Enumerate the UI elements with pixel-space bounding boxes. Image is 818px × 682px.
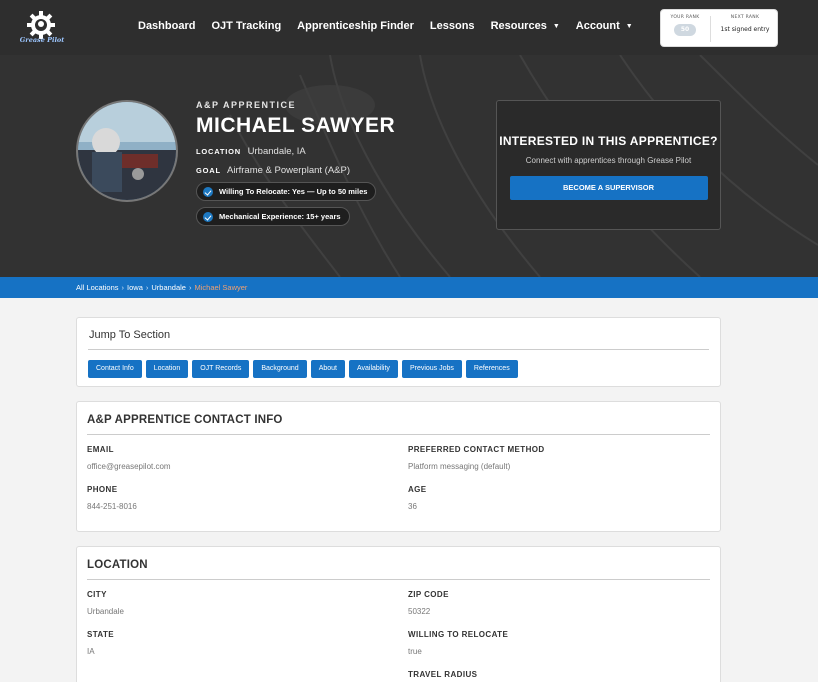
jump-title: Jump To Section bbox=[89, 329, 171, 341]
caret-down-icon: ▼ bbox=[552, 23, 560, 30]
age-label: AGE bbox=[408, 485, 427, 494]
breadcrumb-iowa[interactable]: Iowa bbox=[127, 283, 143, 292]
caret-down-icon: ▼ bbox=[625, 23, 633, 30]
next-rank: NEXT RANK 1st signed entry bbox=[711, 15, 779, 33]
goal-label: GOAL bbox=[196, 166, 221, 175]
experience-badge-text: Mechanical Experience: 15+ years bbox=[219, 212, 341, 221]
nav-ojt-tracking[interactable]: OJT Tracking bbox=[211, 20, 281, 32]
profile-goal: GOAL Airframe & Powerplant (A&P) bbox=[196, 165, 395, 176]
nav-dashboard[interactable]: Dashboard bbox=[138, 20, 195, 32]
jump-to-section-card: Jump To Section Contact Info Location OJ… bbox=[76, 317, 721, 387]
badge-row: Willing To Relocate: Yes — Up to 50 mile… bbox=[196, 176, 395, 201]
logo-wordmark: Grease Pilot bbox=[19, 36, 65, 44]
jump-ojt-records-button[interactable]: OJT Records bbox=[192, 360, 250, 378]
experience-badge: Mechanical Experience: 15+ years bbox=[196, 207, 350, 226]
location-card: LOCATION CITY Urbandale ZIP CODE 50322 S… bbox=[76, 546, 721, 682]
travel-radius-field: TRAVEL RADIUS bbox=[408, 670, 477, 679]
relocate-label: WILLING TO RELOCATE bbox=[408, 630, 509, 639]
location-value: Urbandale, IA bbox=[247, 146, 306, 157]
main-menu: Dashboard OJT Tracking Apprenticeship Fi… bbox=[138, 20, 633, 32]
breadcrumb-current: Michael Sawyer bbox=[194, 283, 248, 292]
jump-references-button[interactable]: References bbox=[465, 360, 518, 378]
zip-label: ZIP CODE bbox=[408, 590, 449, 599]
nav-lessons[interactable]: Lessons bbox=[430, 20, 475, 32]
profile-hero: A&P APPRENTICE MICHAEL SAWYER LOCATION U… bbox=[0, 55, 818, 277]
next-rank-value: 1st signed entry bbox=[720, 26, 770, 33]
jump-location-button[interactable]: Location bbox=[145, 360, 189, 378]
preferred-contact-value: Platform messaging (default) bbox=[408, 462, 511, 471]
state-label: STATE bbox=[87, 630, 115, 639]
profile-photo bbox=[76, 100, 178, 202]
phone-label: PHONE bbox=[87, 485, 118, 494]
pilot-cockpit-image bbox=[78, 102, 176, 200]
profile-name: MICHAEL SAWYER bbox=[196, 114, 396, 137]
contact-info-card: A&P APPRENTICE CONTACT INFO EMAIL office… bbox=[76, 401, 721, 532]
age-value: 36 bbox=[408, 502, 417, 511]
your-rank-value: 50 bbox=[674, 24, 696, 36]
nav-resources[interactable]: Resources ▼ bbox=[491, 20, 560, 32]
goal-value: Airframe & Powerplant (A&P) bbox=[227, 165, 351, 176]
relocate-badge-text: Willing To Relocate: Yes — Up to 50 mile… bbox=[219, 187, 368, 196]
relocate-value: true bbox=[408, 647, 422, 656]
breadcrumb-separator: › bbox=[145, 283, 149, 292]
profile-role: A&P APPRENTICE bbox=[196, 100, 297, 110]
top-navbar: Grease Pilot Dashboard OJT Tracking Appr… bbox=[0, 0, 818, 55]
email-field: EMAIL office@greasepilot.com bbox=[87, 445, 171, 471]
cta-title: INTERESTED IN THIS APPRENTICE? bbox=[499, 134, 718, 148]
check-circle-icon bbox=[203, 211, 213, 222]
breadcrumb-all-locations[interactable]: All Locations bbox=[76, 283, 119, 292]
breadcrumb-separator: › bbox=[188, 283, 192, 292]
cta-subtitle: Connect with apprentices through Grease … bbox=[525, 156, 692, 165]
grease-pilot-logo[interactable]: Grease Pilot bbox=[18, 8, 66, 48]
travel-radius-label: TRAVEL RADIUS bbox=[408, 670, 478, 679]
city-label: CITY bbox=[87, 590, 107, 599]
supervisor-cta-box: INTERESTED IN THIS APPRENTICE? Connect w… bbox=[496, 100, 721, 230]
jump-availability-button[interactable]: Availability bbox=[348, 360, 398, 378]
nav-apprenticeship-finder[interactable]: Apprenticeship Finder bbox=[297, 20, 414, 32]
breadcrumb-urbandale[interactable]: Urbandale bbox=[151, 283, 186, 292]
zip-value: 50322 bbox=[408, 607, 431, 616]
jump-contact-info-button[interactable]: Contact Info bbox=[88, 360, 142, 378]
divider bbox=[87, 579, 710, 580]
phone-value: 844-251-8016 bbox=[87, 502, 137, 511]
email-value: office@greasepilot.com bbox=[87, 462, 171, 471]
profile-summary: A&P APPRENTICE MICHAEL SAWYER LOCATION U… bbox=[196, 100, 395, 226]
badge-row: Mechanical Experience: 15+ years bbox=[196, 201, 395, 226]
location-section-title: LOCATION bbox=[87, 559, 148, 571]
nav-resources-label: Resources bbox=[490, 20, 547, 32]
next-rank-label: NEXT RANK bbox=[730, 15, 760, 20]
profile-location: LOCATION Urbandale, IA bbox=[196, 146, 395, 157]
become-supervisor-button[interactable]: BECOME A SUPERVISOR bbox=[509, 176, 708, 200]
phone-field: PHONE 844-251-8016 bbox=[87, 485, 137, 511]
nav-account[interactable]: Account ▼ bbox=[576, 20, 633, 32]
jump-about-button[interactable]: About bbox=[310, 360, 345, 378]
your-rank-label: YOUR RANK bbox=[670, 15, 700, 20]
jump-background-button[interactable]: Background bbox=[253, 360, 307, 378]
rank-widget[interactable]: YOUR RANK 50 NEXT RANK 1st signed entry bbox=[660, 9, 778, 47]
nav-account-label: Account bbox=[575, 20, 620, 32]
your-rank: YOUR RANK 50 bbox=[661, 15, 709, 36]
relocate-badge: Willing To Relocate: Yes — Up to 50 mile… bbox=[196, 182, 377, 201]
jump-previous-jobs-button[interactable]: Previous Jobs bbox=[401, 360, 462, 378]
age-field: AGE 36 bbox=[408, 485, 427, 511]
contact-section-title: A&P APPRENTICE CONTACT INFO bbox=[87, 414, 283, 426]
breadcrumb: All Locations › Iowa › Urbandale › Michael Saw… bbox=[0, 277, 818, 298]
jump-buttons: Contact Info Location OJT Records Backgr… bbox=[88, 360, 518, 378]
location-label: LOCATION bbox=[196, 147, 242, 156]
city-value: Urbandale bbox=[87, 607, 124, 616]
email-label: EMAIL bbox=[87, 445, 114, 454]
city-field: CITY Urbandale bbox=[87, 590, 124, 616]
state-value: IA bbox=[87, 647, 95, 656]
breadcrumb-separator: › bbox=[121, 283, 125, 292]
preferred-contact-label: PREFERRED CONTACT METHOD bbox=[408, 445, 545, 454]
check-circle-icon bbox=[203, 186, 213, 197]
preferred-contact-field: PREFERRED CONTACT METHOD Platform messag… bbox=[408, 445, 545, 471]
zip-field: ZIP CODE 50322 bbox=[408, 590, 449, 616]
relocate-field: WILLING TO RELOCATE true bbox=[408, 630, 508, 656]
divider bbox=[87, 434, 710, 435]
divider bbox=[88, 349, 709, 350]
state-field: STATE IA bbox=[87, 630, 114, 656]
